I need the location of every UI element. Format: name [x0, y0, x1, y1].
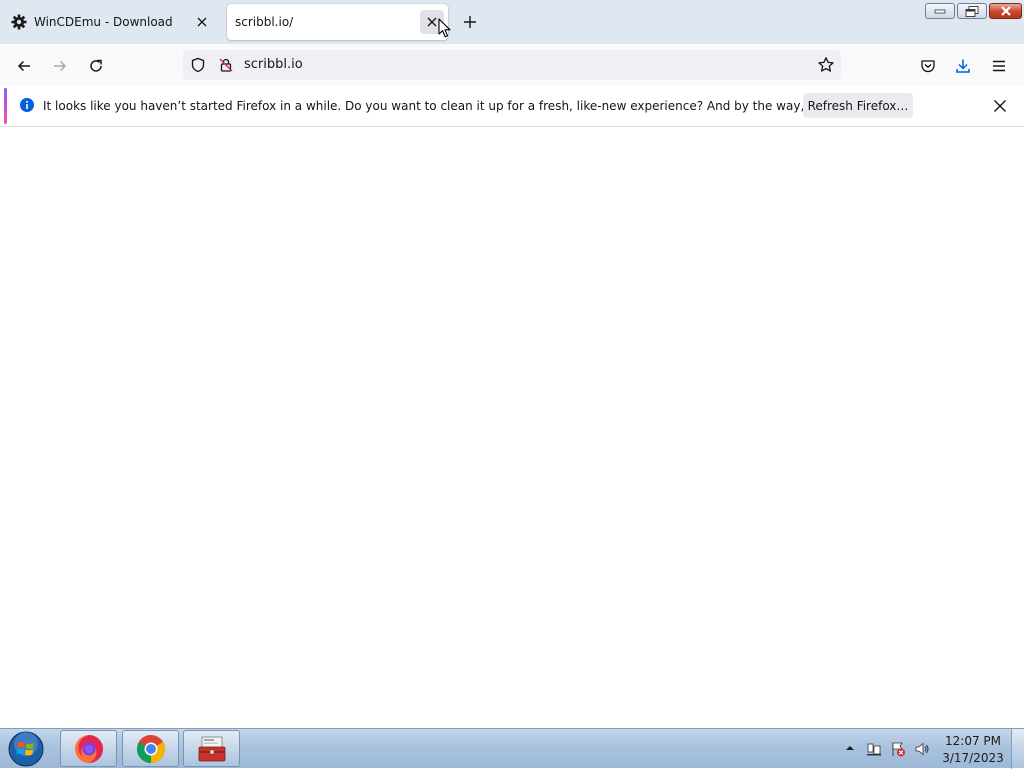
- info-icon: [20, 97, 34, 112]
- pocket-button[interactable]: [914, 52, 942, 80]
- tab-strip: WinCDEmu - Download scribbl.io/: [0, 0, 1024, 44]
- url-text[interactable]: scribbl.io: [244, 57, 303, 72]
- taskbar-firefox[interactable]: [60, 730, 117, 767]
- clock-time[interactable]: 12:07 PM: [938, 734, 1008, 748]
- notification-accent-stripe: [4, 88, 7, 124]
- refresh-firefox-button[interactable]: Refresh Firefox…: [803, 93, 913, 118]
- clock-date[interactable]: 3/17/2023: [938, 751, 1008, 765]
- url-bar[interactable]: scribbl.io: [183, 50, 841, 80]
- back-button[interactable]: [10, 52, 38, 80]
- taskbar-chrome[interactable]: [122, 730, 179, 767]
- notification-message: It looks like you haven’t started Firefo…: [43, 99, 899, 113]
- tab-wincdemu[interactable]: WinCDEmu - Download: [4, 4, 220, 40]
- firefox-icon: [74, 734, 103, 763]
- chrome-icon: [136, 734, 165, 763]
- navigation-bar: scribbl.io: [0, 44, 1024, 86]
- notification-close-icon[interactable]: [988, 94, 1012, 118]
- forward-arrow-icon: [54, 60, 67, 72]
- minimize-button[interactable]: [925, 3, 955, 19]
- bookmark-star-icon[interactable]: [817, 56, 835, 74]
- hamburger-menu-icon: [993, 60, 1005, 72]
- restore-button[interactable]: [957, 3, 987, 19]
- taskbar-toolbox[interactable]: [183, 730, 240, 767]
- gear-icon: [10, 13, 28, 31]
- network-warning-icon[interactable]: [890, 741, 906, 757]
- mouse-cursor-icon: [438, 18, 451, 38]
- action-center-flag-icon[interactable]: [866, 741, 882, 757]
- tracking-protection-shield-icon[interactable]: [190, 57, 206, 73]
- pocket-icon: [921, 60, 935, 73]
- show-hidden-icons-arrow-icon[interactable]: [844, 742, 856, 754]
- new-tab-button[interactable]: [458, 10, 482, 34]
- notification-bar: It looks like you haven’t started Firefo…: [0, 86, 1024, 127]
- reload-button[interactable]: [82, 52, 110, 80]
- tab-scribbl[interactable]: scribbl.io/: [227, 4, 448, 40]
- download-icon: [956, 59, 970, 73]
- show-desktop-button[interactable]: [1011, 729, 1024, 769]
- reload-icon: [90, 59, 102, 72]
- page-content[interactable]: [0, 127, 1024, 728]
- insecure-lock-icon[interactable]: [218, 57, 234, 73]
- forward-button[interactable]: [46, 52, 74, 80]
- menu-button[interactable]: [985, 52, 1013, 80]
- taskbar: 12:07 PM 3/17/2023: [0, 728, 1024, 769]
- back-arrow-icon: [17, 60, 30, 72]
- tab-title: WinCDEmu - Download: [34, 15, 173, 29]
- downloads-button[interactable]: [949, 52, 977, 80]
- close-window-button[interactable]: [989, 3, 1022, 19]
- tab-close-icon[interactable]: [190, 10, 214, 34]
- windows-orb-icon: [8, 731, 44, 767]
- tab-title: scribbl.io/: [235, 15, 294, 29]
- toolbox-icon: [198, 736, 225, 761]
- start-button[interactable]: [2, 730, 50, 768]
- volume-speaker-icon[interactable]: [914, 741, 930, 757]
